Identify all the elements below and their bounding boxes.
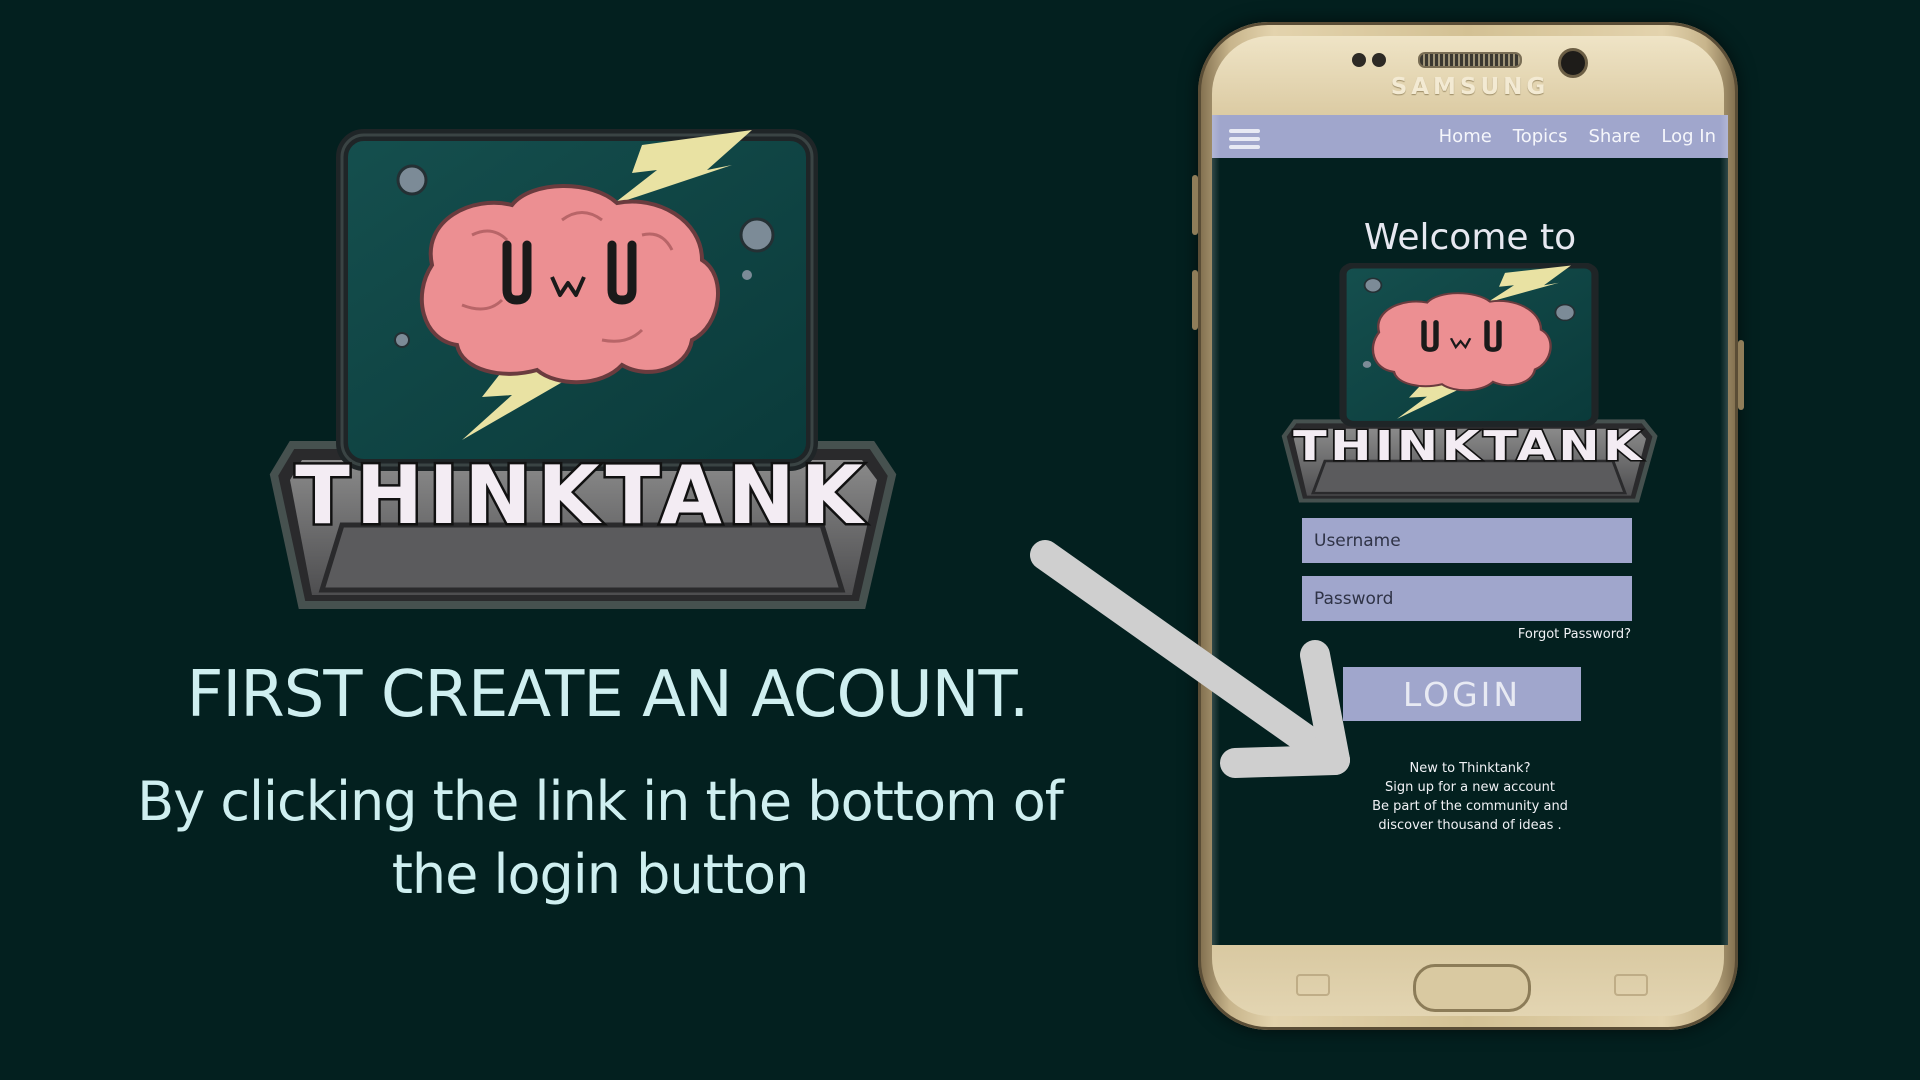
thinktank-logo-large: THINKTANK (269, 129, 897, 609)
recent-apps-key[interactable] (1296, 974, 1330, 996)
logo-wordmark: THINKTANK (295, 449, 868, 542)
home-key[interactable] (1413, 964, 1531, 1012)
volume-down-key (1192, 270, 1198, 330)
instruction-line-1: By clicking the link in the bottom of (137, 770, 1064, 833)
power-key (1738, 340, 1744, 410)
screen-edge-left (1212, 115, 1220, 945)
arrow-icon (1030, 540, 1350, 778)
instruction-text: By clicking the link in the bottom of th… (130, 765, 1070, 911)
nav-topics-link[interactable]: Topics (1513, 126, 1568, 147)
nav-share-link[interactable]: Share (1588, 126, 1640, 147)
earpiece-speaker (1418, 52, 1522, 68)
forgot-password-link[interactable]: Forgot Password? (1518, 627, 1631, 642)
sensor-dot (1372, 53, 1386, 67)
nav-login-link[interactable]: Log In (1661, 126, 1716, 147)
page-title: FIRST CREATE AN ACOUNT. (186, 658, 1030, 732)
thinktank-logo-small: THINKTANK (1281, 263, 1658, 503)
community-text-2: discover thousand of ideas . (1378, 818, 1562, 833)
logo-wordmark: THINKTANK (1293, 422, 1645, 470)
front-camera (1558, 48, 1588, 78)
back-key[interactable] (1614, 974, 1648, 996)
nav-bar: Home Topics Share Log In (1212, 115, 1728, 158)
sensor-dot (1352, 53, 1366, 67)
phone-screen: Home Topics Share Log In Welcome to THIN… (1212, 115, 1728, 945)
community-text-1: Be part of the community and (1372, 799, 1568, 814)
instruction-line-2: the login button (391, 843, 810, 906)
brain-icon (419, 184, 720, 385)
brain-icon (1371, 292, 1552, 392)
welcome-heading: Welcome to (1363, 217, 1577, 258)
volume-up-key (1192, 175, 1198, 235)
screen-edge-right (1720, 115, 1728, 945)
login-button[interactable]: LOGIN (1343, 667, 1581, 721)
phone-brand: SAMSUNG (1390, 74, 1550, 100)
menu-icon[interactable] (1229, 129, 1260, 151)
nav-links: Home Topics Share Log In (1439, 115, 1716, 158)
nav-home-link[interactable]: Home (1439, 126, 1492, 147)
